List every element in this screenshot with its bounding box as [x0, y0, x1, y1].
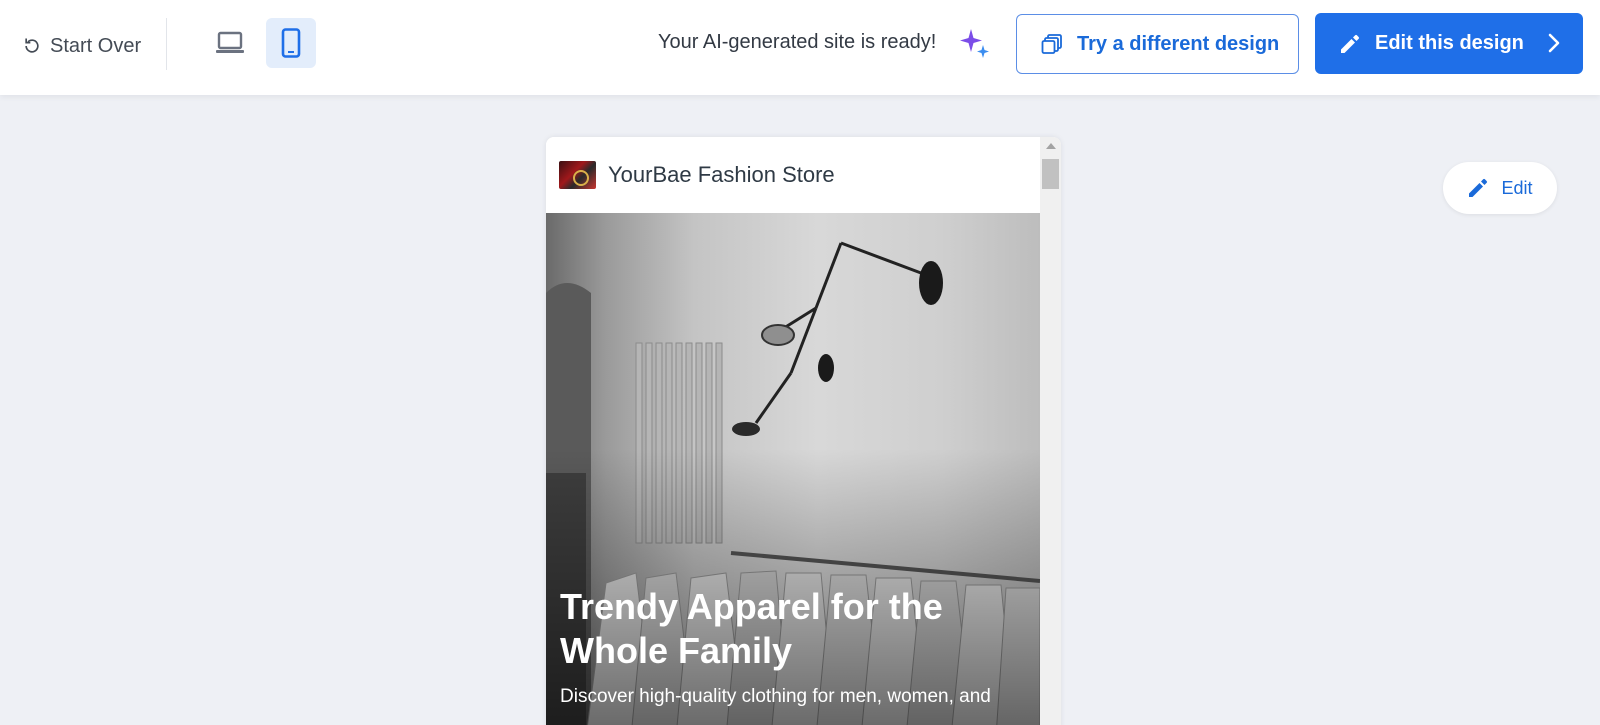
- pencil-icon: [1469, 178, 1488, 197]
- mobile-icon: [281, 28, 301, 58]
- site-logo: [559, 161, 596, 189]
- site-name: YourBae Fashion Store: [608, 162, 835, 187]
- toolbar-divider: [166, 18, 167, 70]
- start-over-label: Start Over: [50, 34, 142, 57]
- chevron-right-icon: [1548, 33, 1560, 53]
- floating-edit-button[interactable]: Edit: [1443, 162, 1557, 214]
- scroll-up-arrow-icon[interactable]: [1046, 143, 1056, 149]
- start-over-button[interactable]: Start Over: [22, 30, 141, 62]
- pencil-icon: [1341, 34, 1360, 53]
- refresh-icon: [25, 38, 39, 53]
- top-toolbar: Start Over Your AI-generated site is rea…: [0, 0, 1600, 95]
- sparkle-icon: [960, 29, 989, 58]
- hero-subtitle: Discover high-quality clothing for men, …: [560, 686, 991, 707]
- try-different-design-label: Try a different design: [1077, 32, 1280, 55]
- floating-edit-label: Edit: [1501, 177, 1533, 198]
- mobile-view-button[interactable]: [266, 18, 316, 68]
- edit-this-design-label: Edit this design: [1375, 32, 1524, 54]
- site-header: YourBae Fashion Store: [546, 137, 1040, 213]
- laptop-icon: [216, 31, 244, 53]
- scroll-thumb[interactable]: [1042, 159, 1059, 189]
- site-preview-frame[interactable]: YourBae Fashion Store Trendy Apparel for…: [546, 137, 1061, 725]
- hero-title: Trendy Apparel for the Whole Family: [560, 586, 943, 671]
- try-different-design-button[interactable]: Try a different design: [1016, 14, 1299, 74]
- desktop-view-button[interactable]: [205, 18, 255, 68]
- preview-scrollbar[interactable]: [1040, 137, 1061, 725]
- layers-icon: [1041, 34, 1062, 54]
- ready-message: Your AI-generated site is ready!: [658, 31, 937, 53]
- edit-this-design-button[interactable]: Edit this design: [1315, 13, 1583, 74]
- hero-section: Trendy Apparel for the Whole Family Disc…: [546, 213, 1040, 725]
